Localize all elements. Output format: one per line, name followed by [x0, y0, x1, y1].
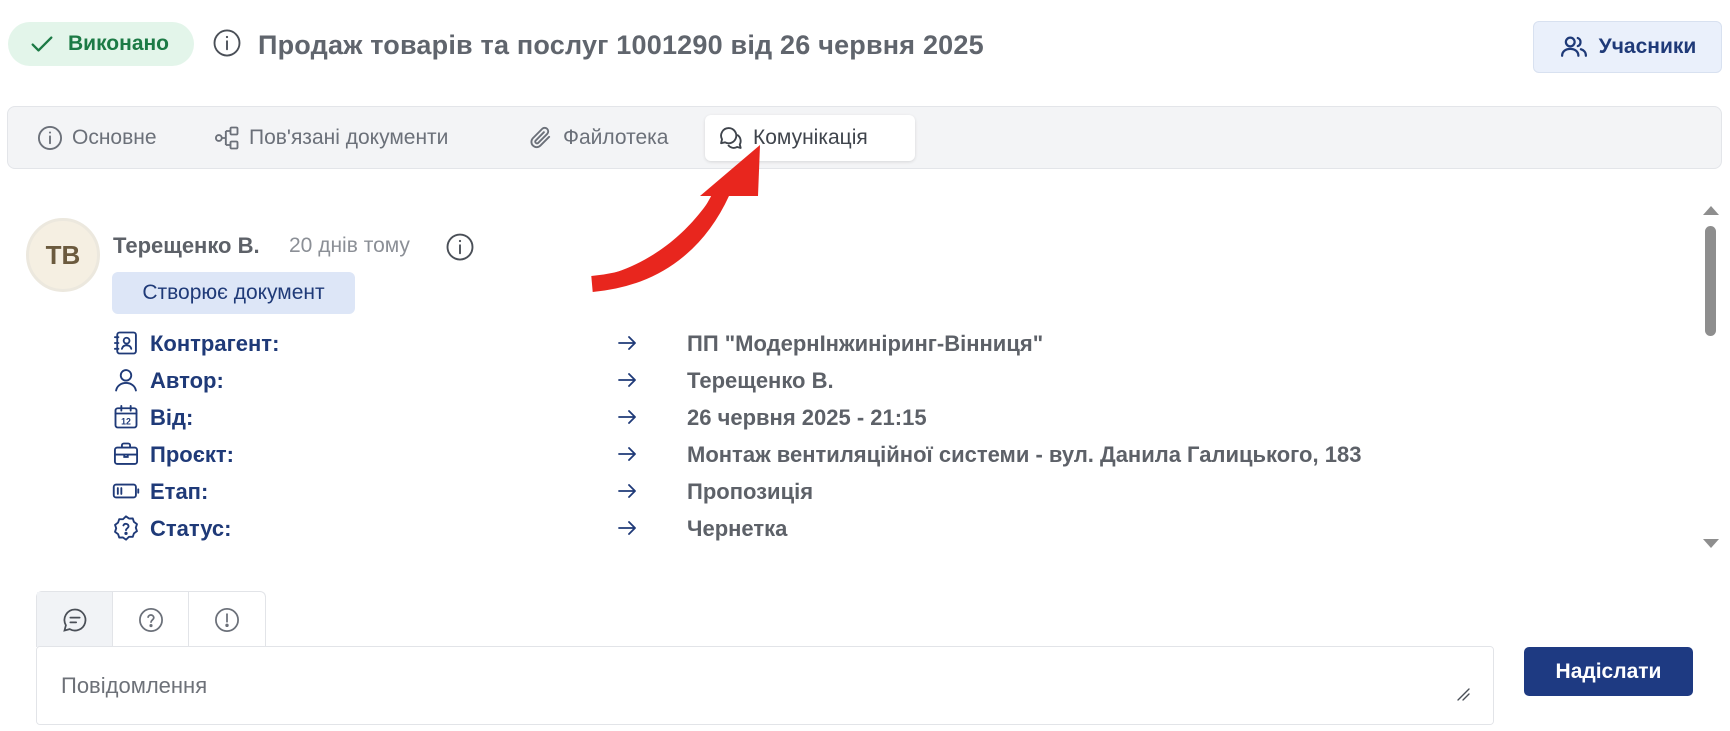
- calendar-icon: 12: [114, 404, 138, 429]
- arrow-right-icon: [618, 373, 636, 387]
- send-button[interactable]: Надіслати: [1524, 647, 1693, 696]
- action-badge: Створює документ: [112, 272, 355, 314]
- page-title: Продаж товарів та послуг 1001290 від 26 …: [258, 30, 984, 60]
- scrollbar-thumb[interactable]: [1705, 226, 1716, 336]
- detail-label: Від:: [150, 405, 194, 430]
- detail-value: Монтаж вентиляційної системи - вул. Дани…: [687, 442, 1362, 467]
- message-input[interactable]: [36, 646, 1494, 725]
- related-docs-icon: [214, 126, 239, 150]
- message-type-tabs: [36, 591, 266, 647]
- scroll-down-icon[interactable]: [1702, 538, 1720, 550]
- avatar: ТВ: [26, 218, 100, 292]
- detail-value: Чернетка: [687, 516, 788, 541]
- detail-label: Етап:: [150, 479, 209, 504]
- detail-row-author: Автор: Терещенко В.: [112, 363, 1412, 397]
- briefcase-icon: [113, 442, 139, 465]
- tab-label: Пов'язані документи: [249, 126, 449, 149]
- users-icon: [1560, 36, 1587, 57]
- question-badge-icon: [114, 515, 138, 541]
- tabs-bar: Основне Пов'язані документи Файлотека Ко…: [7, 106, 1722, 169]
- arrow-right-icon: [618, 447, 636, 461]
- question-icon: [138, 607, 163, 632]
- detail-value: ПП "МодернІнжиніринг-Вінниця": [687, 331, 1044, 356]
- message-type-question[interactable]: [113, 592, 189, 647]
- status-badge: Виконано: [8, 22, 194, 66]
- message-time: 20 днів тому: [289, 234, 410, 257]
- tab-label: Основне: [72, 126, 157, 149]
- comment-icon: [62, 608, 86, 632]
- detail-value: Терещенко В.: [687, 368, 834, 393]
- detail-label: Статус:: [150, 516, 232, 541]
- tab-related-documents[interactable]: Пов'язані документи: [201, 115, 460, 161]
- participants-button[interactable]: Учасники: [1533, 21, 1722, 73]
- detail-row-status: Статус: Чернетка: [112, 511, 1412, 545]
- battery-icon: [112, 483, 140, 499]
- message-type-comment[interactable]: [37, 592, 113, 647]
- svg-text:12: 12: [121, 417, 131, 427]
- arrow-right-icon: [618, 336, 636, 350]
- tab-main[interactable]: Основне: [24, 115, 169, 161]
- detail-label: Контрагент:: [150, 331, 280, 356]
- checkmark-icon: [31, 36, 53, 52]
- detail-row-stage: Етап: Пропозиція: [112, 474, 1412, 508]
- scroll-up-icon[interactable]: [1702, 204, 1720, 216]
- tab-label: Файлотека: [563, 126, 669, 149]
- detail-label: Проєкт:: [150, 442, 234, 467]
- contact-card-icon: [113, 331, 137, 355]
- chat-bubbles-icon: [720, 127, 742, 149]
- paperclip-icon: [530, 126, 551, 149]
- tab-communication[interactable]: Комунікація: [705, 115, 915, 161]
- detail-row-project: Проєкт: Монтаж вентиляційної системи - в…: [112, 437, 1412, 471]
- detail-value: 26 червня 2025 - 21:15: [687, 405, 927, 430]
- arrow-right-icon: [618, 521, 636, 535]
- detail-value: Пропозиція: [687, 479, 814, 504]
- arrow-right-icon: [618, 410, 636, 424]
- info-icon[interactable]: [445, 232, 475, 262]
- arrow-right-icon: [618, 484, 636, 498]
- warning-icon: [215, 607, 239, 632]
- tab-files[interactable]: Файлотека: [515, 115, 680, 161]
- tab-label: Комунікація: [753, 126, 868, 149]
- detail-label: Автор:: [150, 368, 224, 393]
- status-label: Виконано: [68, 32, 170, 55]
- info-icon[interactable]: [212, 28, 242, 58]
- message-type-warning[interactable]: [189, 592, 265, 647]
- author-name: Терещенко В.: [113, 233, 260, 258]
- participants-label: Учасники: [1598, 35, 1697, 58]
- detail-row-date: 12 Від: 26 червня 2025 - 21:15: [112, 400, 1412, 434]
- detail-row-counterparty: Контрагент: ПП "МодернІнжиніринг-Вінниця…: [112, 326, 1412, 360]
- info-icon: [37, 125, 63, 151]
- user-icon: [115, 369, 137, 392]
